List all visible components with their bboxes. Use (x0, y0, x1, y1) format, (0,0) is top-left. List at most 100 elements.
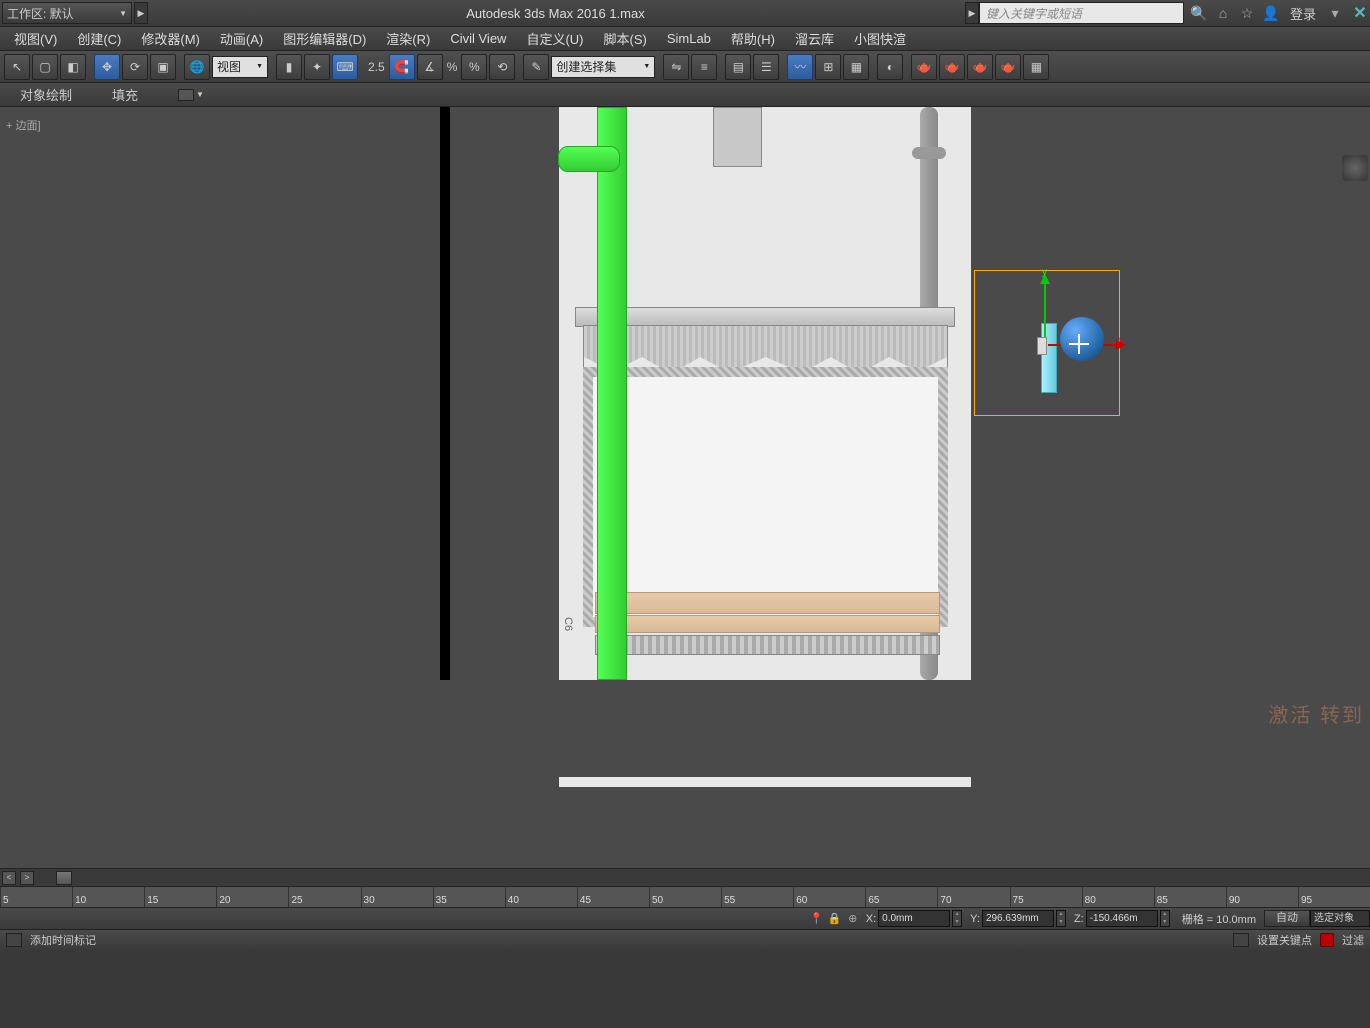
menu-civil[interactable]: Civil View (440, 31, 516, 46)
y-spinner[interactable]: ▲▼ (1056, 910, 1066, 927)
tick-75: 75 (1010, 887, 1082, 907)
menu-customize[interactable]: 自定义(U) (516, 29, 593, 48)
menu-simlab[interactable]: SimLab (657, 31, 721, 46)
spinner-snap-icon[interactable]: ⟲ (489, 54, 515, 80)
z-spinner[interactable]: ▲▼ (1160, 910, 1170, 927)
tick-80: 80 (1082, 887, 1154, 907)
pin-icon[interactable]: 📍 (808, 910, 826, 928)
curve-editor-icon[interactable]: 〰 (787, 54, 813, 80)
render-frame-icon[interactable]: 🫖 (939, 54, 965, 80)
tick-95: 95 (1298, 887, 1370, 907)
snap-toggle-icon[interactable]: 🧲 (389, 54, 415, 80)
menu-animation[interactable]: 动画(A) (210, 29, 273, 48)
menu-script[interactable]: 脚本(S) (593, 29, 656, 48)
time-ruler[interactable]: 5101520253035404550556065707580859095 (0, 886, 1370, 908)
time-thumb[interactable] (56, 871, 72, 885)
login-label[interactable]: 登录 (1286, 4, 1320, 23)
ref-coord-dropdown[interactable]: 视图 (212, 56, 268, 78)
layers-icon[interactable]: ▤ (725, 54, 751, 80)
gizmo-y-label: y (1042, 267, 1047, 278)
selected-object-field[interactable]: 选定对象 (1310, 910, 1370, 927)
ribbon-collapse-dropdown[interactable]: ▼ (178, 89, 204, 101)
material-editor-icon[interactable]: ◐ (877, 54, 903, 80)
align-icon[interactable]: ≡ (691, 54, 717, 80)
menu-bar: 视图(V) 创建(C) 修改器(M) 动画(A) 图形编辑器(D) 渲染(R) … (0, 27, 1370, 51)
named-selection-dropdown[interactable]: 创建选择集 (551, 56, 655, 78)
auto-key-button[interactable]: 自动 (1264, 910, 1310, 927)
star-icon[interactable]: ☆ (1238, 4, 1256, 22)
layer-manager-icon[interactable]: ☰ (753, 54, 779, 80)
dimension-label: C6 (562, 617, 574, 631)
menu-help[interactable]: 帮助(H) (721, 29, 785, 48)
tick-30: 30 (361, 887, 433, 907)
menu-create[interactable]: 创建(C) (67, 29, 131, 48)
render-iter-icon[interactable]: 🫖 (995, 54, 1021, 80)
z-input[interactable]: -150.466m (1086, 910, 1158, 927)
menu-xiaotu[interactable]: 小图快渲 (844, 29, 916, 48)
scale-icon[interactable]: ▣ (150, 54, 176, 80)
binoculars-icon[interactable]: 🔍 (1190, 4, 1208, 22)
y-input[interactable]: 296.639mm (982, 910, 1054, 927)
abs-rel-icon[interactable]: ⊕ (844, 910, 862, 928)
timeline-area: < > 510152025303540455055606570758085909… (0, 868, 1370, 1028)
status-bar: 📍 🔒 ⊕ X: 0.0mm ▲▼ Y: 296.639mm ▲▼ Z: -15… (0, 908, 1370, 930)
select-window-icon[interactable]: ◧ (60, 54, 86, 80)
angle-snap-icon[interactable]: ∡ (417, 54, 443, 80)
nav-forward-icon[interactable]: ▶ (134, 2, 148, 24)
viewcube-icon[interactable] (1342, 155, 1368, 181)
search-input[interactable]: 键入关键字或短语 (979, 2, 1184, 24)
x-input[interactable]: 0.0mm (878, 910, 950, 927)
filter-label[interactable]: 过滤 (1342, 932, 1364, 948)
tick-15: 15 (144, 887, 216, 907)
grid-label: 栅格 = 10.0mm (1174, 911, 1264, 927)
workspace-dropdown[interactable]: 工作区: 默认 (2, 2, 132, 24)
tick-35: 35 (433, 887, 505, 907)
select-region-icon[interactable]: ▢ (32, 54, 58, 80)
key-indicator-icon[interactable] (1320, 933, 1334, 947)
menu-render[interactable]: 渲染(R) (376, 29, 440, 48)
schematic-icon[interactable]: ⊞ (815, 54, 841, 80)
mirror-icon[interactable]: ⇋ (663, 54, 689, 80)
dope-sheet-icon[interactable]: ▦ (843, 54, 869, 80)
render-last-icon[interactable]: ▦ (1023, 54, 1049, 80)
fill-tab[interactable]: 填充 (112, 85, 138, 104)
time-config-icon[interactable] (6, 933, 22, 947)
snap-value-label: 2.5 (366, 60, 387, 74)
x-spinner[interactable]: ▲▼ (952, 910, 962, 927)
time-prev-icon[interactable]: < (2, 871, 16, 885)
nav-forward2-icon[interactable]: ▶ (965, 2, 979, 24)
rotate-icon[interactable]: ⟳ (122, 54, 148, 80)
menu-graph[interactable]: 图形编辑器(D) (273, 29, 376, 48)
keyboard-shortcut-icon[interactable]: ⌨ (332, 54, 358, 80)
chair-stretcher (595, 635, 940, 655)
viewport[interactable]: + 边面] C6 y x (0, 107, 1370, 868)
lock-icon[interactable]: 🔒 (826, 910, 844, 928)
menu-view[interactable]: 视图(V) (4, 29, 67, 48)
x-label: X: (866, 913, 876, 925)
select-icon[interactable]: ↖ (4, 54, 30, 80)
ref-divider (440, 107, 450, 680)
percent-snap-icon[interactable]: % (461, 54, 487, 80)
menu-modifiers[interactable]: 修改器(M) (131, 29, 210, 48)
viewport-label[interactable]: + 边面] (6, 117, 41, 133)
render-prod-icon[interactable]: 🫖 (967, 54, 993, 80)
add-time-tag[interactable]: 添加时间标记 (30, 932, 96, 948)
render-setup-icon[interactable]: 🫖 (911, 54, 937, 80)
chair-post-left-selected[interactable] (597, 107, 627, 680)
ref-coord-icon[interactable]: 🌐 (184, 54, 210, 80)
move-icon[interactable]: ✥ (94, 54, 120, 80)
object-paint-tab[interactable]: 对象绘制 (20, 85, 72, 104)
key-icon[interactable]: ⌂ (1214, 4, 1232, 22)
set-key-label[interactable]: 设置关键点 (1257, 932, 1312, 948)
close-icon[interactable]: ✕ (1350, 3, 1370, 23)
user-icon[interactable]: 👤 (1262, 4, 1280, 22)
select-manip-icon[interactable]: ✦ (304, 54, 330, 80)
gizmo-y-axis[interactable] (1044, 277, 1046, 337)
time-next-icon[interactable]: > (20, 871, 34, 885)
time-slider[interactable]: < > (0, 868, 1370, 886)
menu-liuyun[interactable]: 溜云库 (785, 29, 844, 48)
edit-named-sel-icon[interactable]: ✎ (523, 54, 549, 80)
pivot-icon[interactable]: ▮ (276, 54, 302, 80)
key-lock-icon[interactable] (1233, 933, 1249, 947)
dropdown-icon[interactable]: ▾ (1326, 4, 1344, 22)
